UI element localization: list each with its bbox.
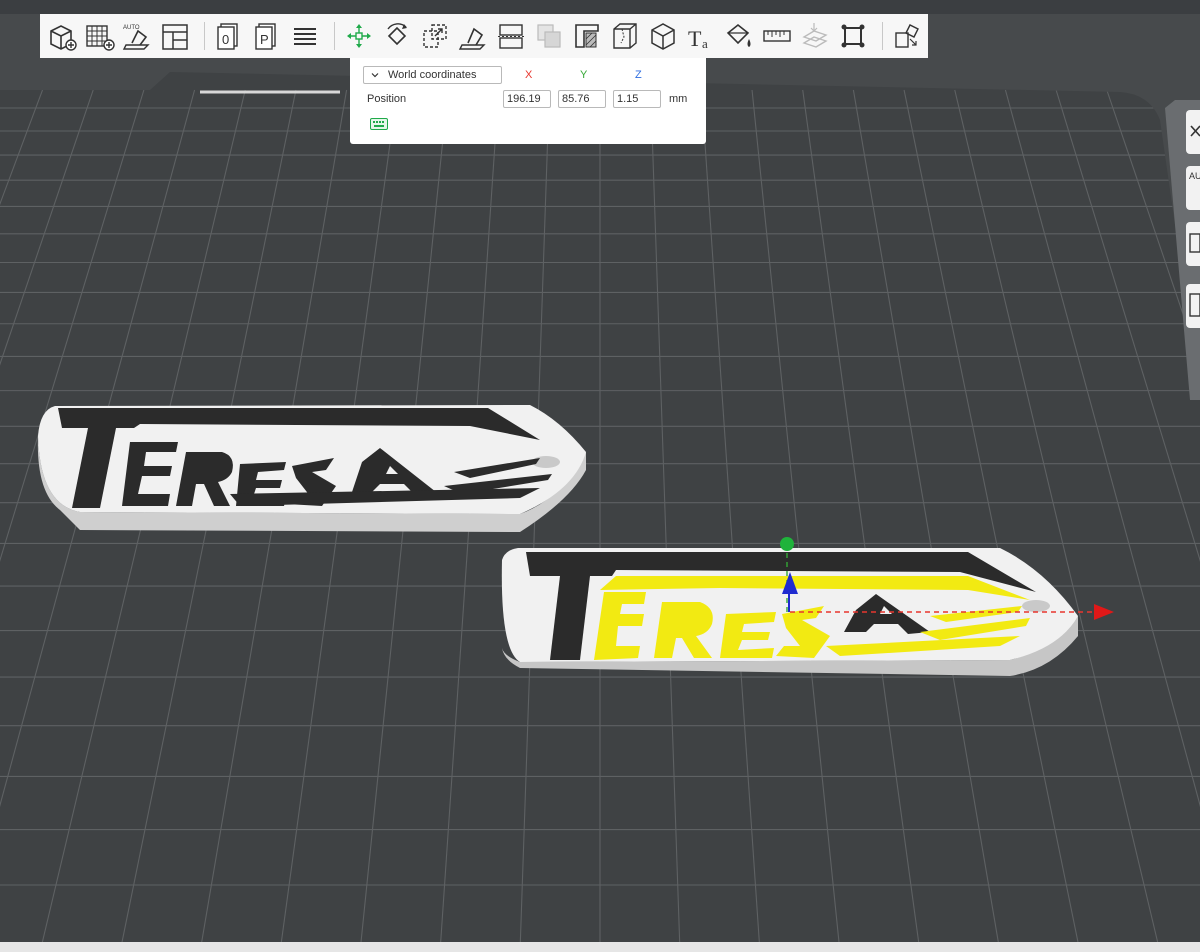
main-toolbar: AUTO 0 P Ta [40,14,928,58]
grid-add-icon [86,25,115,51]
gizmo-y-handle[interactable] [780,537,794,551]
keychain-2-hole [1022,600,1050,612]
seam-paint-icon [613,23,637,49]
axis-x-label: X [525,69,533,81]
color-paint-button[interactable] [722,18,756,54]
plate-p-button[interactable]: P [250,18,284,54]
lock-icon [1189,293,1200,317]
cut-icon [498,24,525,49]
unit-label: mm [669,93,688,105]
scale-button[interactable] [418,18,452,54]
scale-icon [423,24,448,48]
side-auto-button[interactable]: AU [1186,166,1200,210]
move-icon [347,24,372,48]
rotate-icon [387,23,408,46]
fit-view-button[interactable] [836,18,870,54]
explode-button[interactable] [890,18,924,54]
ruler-button[interactable] [760,18,794,54]
window-strip [0,0,1200,14]
side-lock-button[interactable] [1186,284,1200,328]
plate-0-icon: 0 [217,23,238,50]
plate-p-icon: P [255,23,276,50]
boolean-button[interactable] [532,18,566,54]
explode-icon [895,24,920,48]
side-close-button[interactable] [1186,110,1200,154]
support-paint-icon [575,24,599,48]
measure-box-button[interactable] [646,18,680,54]
cut-button[interactable] [494,18,528,54]
layers-button[interactable] [288,18,322,54]
svg-text:AUTO: AUTO [123,25,140,31]
layers-icon [294,28,317,45]
keyboard-icon[interactable] [370,118,388,130]
svg-text:P: P [260,32,269,47]
plate-0-button[interactable]: 0 [212,18,246,54]
axis-z-label: Z [635,69,642,81]
move-button[interactable] [342,18,376,54]
axis-y-label: Y [580,69,588,81]
svg-text:T: T [688,26,702,51]
svg-text:a: a [702,36,708,51]
assembly-button[interactable] [798,18,832,54]
arrange-icon [162,24,188,50]
position-y-input[interactable] [558,90,606,108]
auto-orient-button[interactable]: AUTO [120,18,154,54]
seam-paint-button[interactable] [608,18,642,54]
keychain-model-1[interactable] [37,405,587,532]
lay-on-face-icon [459,27,487,50]
plate-icon [1189,233,1200,253]
grid-add-button[interactable] [82,18,116,54]
support-paint-button[interactable] [570,18,604,54]
assembly-icon [802,23,828,48]
side-auto-label: AU [1189,171,1200,181]
fit-view-icon [841,24,865,48]
move-panel: World coordinates X Y Z Position mm [350,58,706,144]
text-button[interactable]: Ta [684,18,718,54]
arrange-button[interactable] [158,18,192,54]
position-label: Position [367,93,407,105]
bottom-bar [0,942,1200,952]
auto-orient-icon: AUTO [122,25,150,50]
add-cube-button[interactable] [44,18,78,54]
measure-box-icon [651,23,675,50]
lay-on-face-button[interactable] [456,18,490,54]
close-icon [1190,125,1200,137]
ruler-icon [763,30,791,42]
svg-text:0: 0 [222,32,229,47]
position-x-input[interactable] [503,90,551,108]
rotate-button[interactable] [380,18,414,54]
boolean-icon [537,24,561,48]
color-paint-icon [726,23,751,47]
add-cube-icon [50,25,77,51]
position-z-input[interactable] [613,90,661,108]
coord-system-label: World coordinates [388,69,477,81]
text-icon: Ta [688,26,708,51]
side-plate-button[interactable] [1186,222,1200,266]
coord-system-select[interactable]: World coordinates [363,66,502,84]
chevron-down-icon [371,73,379,78]
